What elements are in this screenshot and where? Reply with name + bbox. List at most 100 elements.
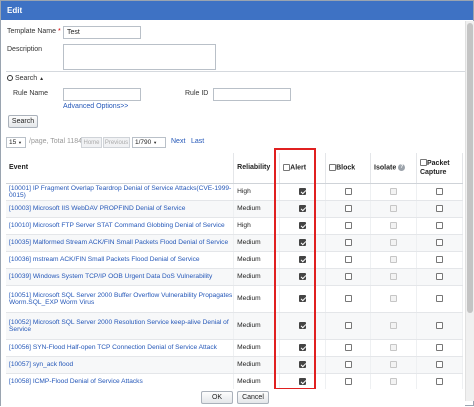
packet-capture-cell bbox=[416, 234, 464, 252]
page-value: 1/790 bbox=[135, 139, 152, 146]
isolate-cell bbox=[370, 200, 417, 218]
event-name[interactable]: [10057] syn_ack flood bbox=[6, 356, 235, 374]
collapse-arrow-icon: ▲ bbox=[39, 76, 45, 82]
packet-capture-checkbox[interactable] bbox=[435, 204, 443, 212]
event-name[interactable]: [10003] Microsoft IIS WebDAV PROPFIND De… bbox=[6, 200, 235, 218]
block-checkbox[interactable] bbox=[344, 238, 352, 246]
block-select-all-checkbox[interactable] bbox=[329, 164, 337, 172]
packet-capture-checkbox[interactable] bbox=[435, 360, 443, 368]
block-checkbox[interactable] bbox=[344, 272, 352, 280]
isolate-checkbox bbox=[390, 221, 397, 229]
block-checkbox[interactable] bbox=[344, 204, 352, 212]
table-row: [10056] SYN-Flood Half-open TCP Connecti… bbox=[6, 339, 464, 357]
isolate-header: Isolate? bbox=[370, 153, 417, 184]
page-total-text: /page, Total 11847 bbox=[29, 138, 86, 145]
table-row: [10035] Malformed Stream ACK/FIN Small P… bbox=[6, 234, 464, 252]
packet-capture-checkbox[interactable] bbox=[435, 255, 443, 263]
last-link[interactable]: Last bbox=[191, 138, 204, 145]
packet-capture-checkbox[interactable] bbox=[435, 377, 443, 385]
table-row: [10039] Windows System TCP/IP OOB Urgent… bbox=[6, 268, 464, 286]
block-checkbox[interactable] bbox=[344, 321, 352, 329]
search-button[interactable]: Search bbox=[8, 115, 38, 128]
block-cell bbox=[325, 373, 372, 391]
rule-id-input[interactable] bbox=[213, 88, 291, 101]
packet-capture-label-1: Packet bbox=[426, 159, 450, 167]
reliability-value: Medium bbox=[233, 268, 281, 286]
event-name[interactable]: [10052] Microsoft SQL Server 2000 Resolu… bbox=[6, 312, 235, 340]
isolate-checkbox bbox=[390, 377, 397, 385]
event-name[interactable]: [10056] SYN-Flood Half-open TCP Connecti… bbox=[6, 339, 235, 357]
template-name-label: Template Name * bbox=[7, 28, 61, 35]
isolate-cell bbox=[370, 356, 417, 374]
packet-capture-checkbox[interactable] bbox=[435, 221, 443, 229]
isolate-checkbox bbox=[390, 360, 397, 368]
block-checkbox[interactable] bbox=[344, 255, 352, 263]
block-header: Block bbox=[325, 153, 372, 184]
cancel-button[interactable]: Cancel bbox=[237, 391, 269, 404]
search-toggle[interactable]: Search ▲ bbox=[7, 75, 44, 82]
packet-capture-cell bbox=[416, 373, 464, 391]
description-textarea[interactable] bbox=[63, 44, 216, 70]
reliability-value: Medium bbox=[233, 356, 281, 374]
section-divider bbox=[6, 71, 470, 72]
required-mark: * bbox=[57, 28, 61, 35]
isolate-cell bbox=[370, 373, 417, 391]
rule-name-input[interactable] bbox=[63, 88, 141, 101]
event-name[interactable]: [10001] IP Fragment Overlap Teardrop Den… bbox=[6, 183, 235, 201]
isolate-checkbox bbox=[390, 255, 397, 263]
table-row: [10057] syn_ack flood Medium bbox=[6, 356, 464, 374]
scrollbar-thumb[interactable] bbox=[467, 23, 473, 313]
event-header[interactable]: Event bbox=[6, 153, 235, 184]
block-checkbox[interactable] bbox=[344, 221, 352, 229]
dialog-footer: OK Cancel bbox=[1, 389, 465, 407]
page-select[interactable]: 1/790 ▼ bbox=[132, 137, 166, 148]
event-name[interactable]: [10010] Microsoft FTP Server STAT Comman… bbox=[6, 217, 235, 235]
event-name[interactable]: [10036] mstream ACK/FIN Small Packets Fl… bbox=[6, 251, 235, 269]
block-cell bbox=[325, 234, 372, 252]
block-checkbox[interactable] bbox=[344, 360, 352, 368]
isolate-cell bbox=[370, 268, 417, 286]
block-checkbox[interactable] bbox=[344, 377, 352, 385]
block-checkbox[interactable] bbox=[344, 294, 352, 302]
packet-capture-checkbox[interactable] bbox=[435, 321, 443, 329]
packet-capture-checkbox[interactable] bbox=[435, 187, 443, 195]
event-name[interactable]: [10039] Windows System TCP/IP OOB Urgent… bbox=[6, 268, 235, 286]
home-button[interactable]: Home bbox=[81, 137, 102, 148]
previous-button[interactable]: Previous bbox=[103, 137, 130, 148]
edit-dialog: Edit Template Name * Test Description Se… bbox=[0, 0, 474, 407]
packet-capture-checkbox[interactable] bbox=[435, 238, 443, 246]
table-row: [10001] IP Fragment Overlap Teardrop Den… bbox=[6, 183, 464, 201]
reliability-value: Medium bbox=[233, 285, 281, 313]
help-icon[interactable]: ? bbox=[398, 164, 406, 172]
packet-capture-checkbox[interactable] bbox=[435, 343, 443, 351]
table-row: [10058] ICMP-Flood Denial of Service Att… bbox=[6, 373, 464, 391]
ok-button[interactable]: OK bbox=[201, 391, 233, 404]
isolate-checkbox bbox=[390, 343, 397, 351]
isolate-cell bbox=[370, 217, 417, 235]
isolate-cell bbox=[370, 234, 417, 252]
isolate-checkbox bbox=[390, 187, 397, 195]
event-name[interactable]: [10058] ICMP-Flood Denial of Service Att… bbox=[6, 373, 235, 391]
block-checkbox[interactable] bbox=[344, 187, 352, 195]
event-name[interactable]: [10051] Microsoft SQL Server 2000 Buffer… bbox=[6, 285, 235, 313]
table-header-row: Event Reliability Alert Block Isolate? P… bbox=[6, 153, 464, 184]
block-checkbox[interactable] bbox=[344, 343, 352, 351]
packet-capture-select-all-checkbox[interactable] bbox=[419, 159, 427, 167]
search-toggle-label: Search bbox=[14, 75, 38, 82]
scrollbar[interactable] bbox=[465, 21, 474, 401]
packet-capture-checkbox[interactable] bbox=[435, 272, 443, 280]
event-name[interactable]: [10035] Malformed Stream ACK/FIN Small P… bbox=[6, 234, 235, 252]
block-cell bbox=[325, 339, 372, 357]
template-name-input[interactable]: Test bbox=[63, 26, 141, 39]
packet-capture-checkbox[interactable] bbox=[435, 294, 443, 302]
per-page-select[interactable]: 15 ▼ bbox=[6, 137, 26, 148]
advanced-options-link[interactable]: Advanced Options>> bbox=[63, 103, 128, 110]
next-link[interactable]: Next bbox=[171, 138, 185, 145]
reliability-value: Medium bbox=[233, 200, 281, 218]
reliability-value: Medium bbox=[233, 312, 281, 340]
reliability-header[interactable]: Reliability bbox=[233, 153, 281, 184]
table-row: [10051] Microsoft SQL Server 2000 Buffer… bbox=[6, 285, 464, 313]
packet-capture-cell bbox=[416, 285, 464, 313]
packet-capture-cell bbox=[416, 217, 464, 235]
block-cell bbox=[325, 312, 372, 340]
